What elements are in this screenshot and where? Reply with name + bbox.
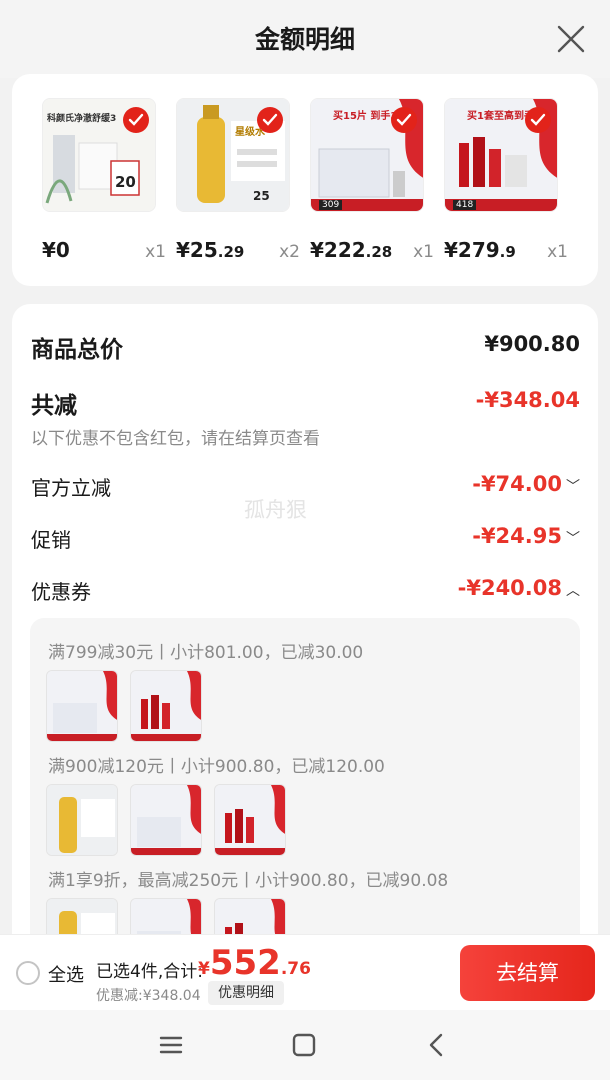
product-thumbnail: 星级水 25 [176, 98, 290, 212]
product-price-row: ¥25.29 x2 [176, 238, 300, 268]
back-icon[interactable] [422, 1030, 452, 1060]
chevron-down-icon[interactable]: ﹀ [566, 479, 580, 495]
check-icon[interactable] [525, 107, 551, 133]
product-list-card: 科颜氏净澈舒缓3 20 ¥0 x1 星级水 25 ¥25.29 x2 买15片 … [12, 74, 598, 286]
total-amount: ¥552.76 [198, 943, 311, 983]
promotion-label: 促销 [31, 528, 71, 552]
product-quantity: x2 [279, 242, 300, 262]
chevron-down-icon[interactable]: ﹀ [566, 531, 580, 547]
product-thumbnail: 买15片 到手32片 309 [310, 98, 424, 212]
menu-icon[interactable] [156, 1030, 186, 1060]
coupon-row[interactable]: -¥240.08 ︿ [458, 576, 580, 600]
discount-detail-button[interactable]: 优惠明细 [208, 981, 284, 1005]
coupon-rule: 满900减120元丨小计900.80，已减120.00 [48, 757, 385, 777]
product-label: 科颜氏净澈舒缓3 [47, 114, 117, 124]
system-nav-bar [0, 1010, 610, 1080]
product-price: ¥222.28 [310, 238, 393, 262]
checkout-bar: 全选 已选4件,合计: ¥552.76 优惠减:¥348.04 优惠明细 去结算 [0, 934, 610, 1010]
discount-summary: 优惠减:¥348.04 [96, 988, 201, 1004]
check-icon[interactable] [391, 107, 417, 133]
chevron-up-icon[interactable]: ︿ [566, 583, 580, 599]
page-title: 金额明细 [254, 25, 355, 54]
total-price-label: 商品总价 [31, 337, 123, 363]
watermark: 孤舟狠 [244, 498, 307, 522]
checkout-button[interactable]: 去结算 [460, 945, 595, 1001]
product-price-row: ¥279.9 x1 [444, 238, 568, 268]
coupon-product-thumbnail [214, 784, 286, 856]
product-item[interactable]: 买15片 到手32片 309 ¥222.28 x1 [310, 98, 434, 262]
coupon-product-thumbnail [130, 784, 202, 856]
check-icon[interactable] [257, 107, 283, 133]
product-price-row: ¥0 x1 [42, 238, 166, 268]
home-icon[interactable] [289, 1030, 319, 1060]
product-item[interactable]: 买1套至高到手11 418 ¥279.9 x1 [444, 98, 568, 262]
promotion-value: -¥24.95 [472, 524, 562, 548]
selected-count-label: 已选4件,合计: [96, 962, 203, 982]
product-price: ¥25.29 [176, 238, 245, 262]
official-discount-value: -¥74.00 [472, 472, 562, 496]
product-badge: 418 [453, 200, 477, 210]
total-price-value: ¥900.80 [484, 332, 580, 356]
price-detail-card: 商品总价 ¥900.80 共减 -¥348.04 以下优惠不包含红包，请在结算页… [12, 304, 598, 948]
product-item[interactable]: 科颜氏净澈舒缓3 20 ¥0 x1 [42, 98, 166, 262]
close-icon[interactable] [556, 24, 586, 54]
product-price: ¥279.9 [444, 238, 516, 262]
coupon-label: 优惠券 [31, 580, 91, 604]
total-reduction-label: 共减 [31, 393, 77, 419]
total-reduction-value: -¥348.04 [475, 388, 580, 412]
coupon-product-thumbnail [130, 670, 202, 742]
product-item[interactable]: 星级水 25 ¥25.29 x2 [176, 98, 300, 262]
check-icon[interactable] [123, 107, 149, 133]
official-discount-row[interactable]: -¥74.00 ﹀ [472, 472, 580, 496]
discount-note: 以下优惠不包含红包，请在结算页查看 [31, 429, 320, 449]
product-badge: 309 [319, 200, 343, 210]
header: 金额明细 [0, 0, 610, 78]
coupon-rule: 满799减30元丨小计801.00，已减30.00 [48, 643, 364, 663]
product-badge: 20 [115, 173, 136, 191]
coupon-rule: 满1享9折，最高减250元丨小计900.80，已减90.08 [48, 871, 449, 891]
coupon-product-thumbnail [46, 670, 118, 742]
product-thumbnail: 买1套至高到手11 418 [444, 98, 558, 212]
promotion-row[interactable]: -¥24.95 ﹀ [472, 524, 580, 548]
product-quantity: x1 [413, 242, 434, 262]
coupon-value: -¥240.08 [457, 576, 562, 600]
product-price-row: ¥222.28 x1 [310, 238, 434, 268]
official-discount-label: 官方立减 [31, 476, 111, 500]
coupon-product-thumbnail [46, 784, 118, 856]
product-quantity: x1 [145, 242, 166, 262]
product-price: ¥0 [42, 238, 70, 262]
product-quantity: x1 [547, 242, 568, 262]
product-badge: 25 [253, 189, 270, 203]
select-all-radio[interactable] [16, 961, 40, 985]
select-all-label[interactable]: 全选 [48, 961, 84, 987]
coupon-detail-box: 满799减30元丨小计801.00，已减30.00 满900减120元丨小计90… [30, 618, 580, 948]
product-thumbnail: 科颜氏净澈舒缓3 20 [42, 98, 156, 212]
